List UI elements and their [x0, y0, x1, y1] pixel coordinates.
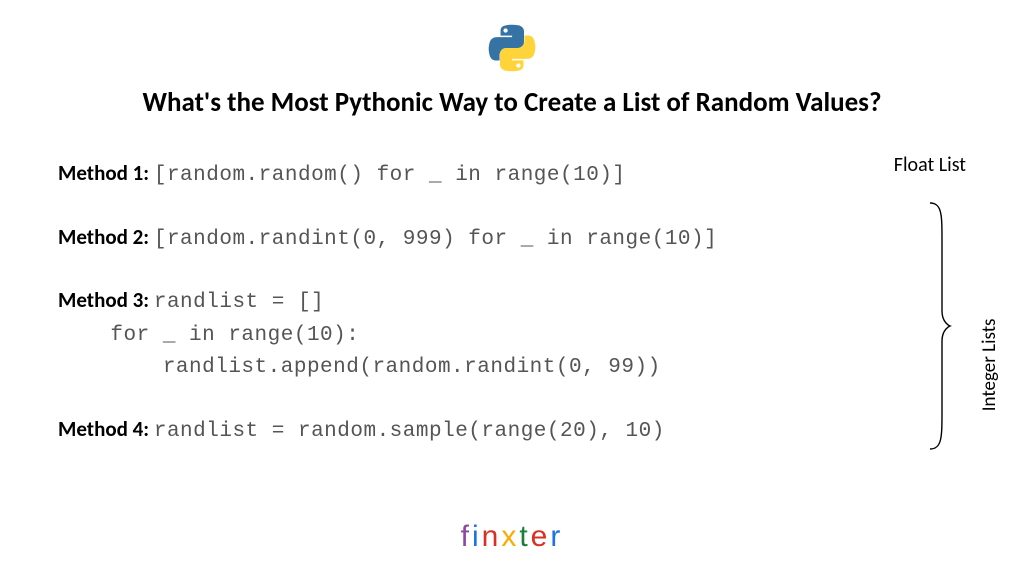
- brand-letter: r: [550, 520, 563, 553]
- brand-letter: n: [482, 520, 502, 553]
- brand-letter: f: [461, 520, 472, 553]
- code-line-1: randlist = []: [154, 291, 324, 314]
- page-title: What's the Most Pythonic Way to Create a…: [40, 86, 984, 119]
- method-1: Method 1: [random.random() for _ in rang…: [58, 157, 854, 193]
- method-3: Method 3: randlist = [] for _ in range(1…: [58, 284, 854, 385]
- brand-letter: e: [531, 520, 551, 553]
- content-row: Method 1: [random.random() for _ in rang…: [40, 157, 984, 476]
- code-snippet: randlist = random.sample(range(20), 10): [154, 420, 665, 443]
- brand-letter: t: [519, 520, 530, 553]
- curly-brace-icon: [928, 201, 952, 451]
- annotations-column: Float List Integer Lists: [854, 157, 984, 467]
- method-label: Method 1: [58, 160, 143, 186]
- code-line-3: randlist.append(random.randint(0, 99)): [58, 352, 854, 385]
- page: What's the Most Pythonic Way to Create a…: [0, 0, 1024, 576]
- python-logo: [40, 24, 984, 72]
- code-snippet: [random.random() for _ in range(10)]: [154, 164, 626, 187]
- method-4: Method 4: randlist = random.sample(range…: [58, 413, 854, 449]
- brand-letter: x: [501, 520, 519, 553]
- method-label: Method 3: [58, 287, 143, 313]
- code-snippet: [random.randint(0, 999) for _ in range(1…: [154, 228, 717, 251]
- method-2: Method 2: [random.randint(0, 999) for _ …: [58, 221, 854, 257]
- finxter-logo: finxter: [0, 520, 1024, 554]
- methods-list: Method 1: [random.random() for _ in rang…: [40, 157, 854, 476]
- integer-lists-label: Integer Lists: [979, 319, 1002, 412]
- python-icon: [488, 24, 536, 72]
- brand-letter: i: [472, 520, 482, 553]
- code-line-2: for _ in range(10):: [58, 320, 854, 353]
- method-label: Method 4: [58, 416, 143, 442]
- method-label: Method 2: [58, 224, 143, 250]
- float-list-label: Float List: [894, 153, 966, 177]
